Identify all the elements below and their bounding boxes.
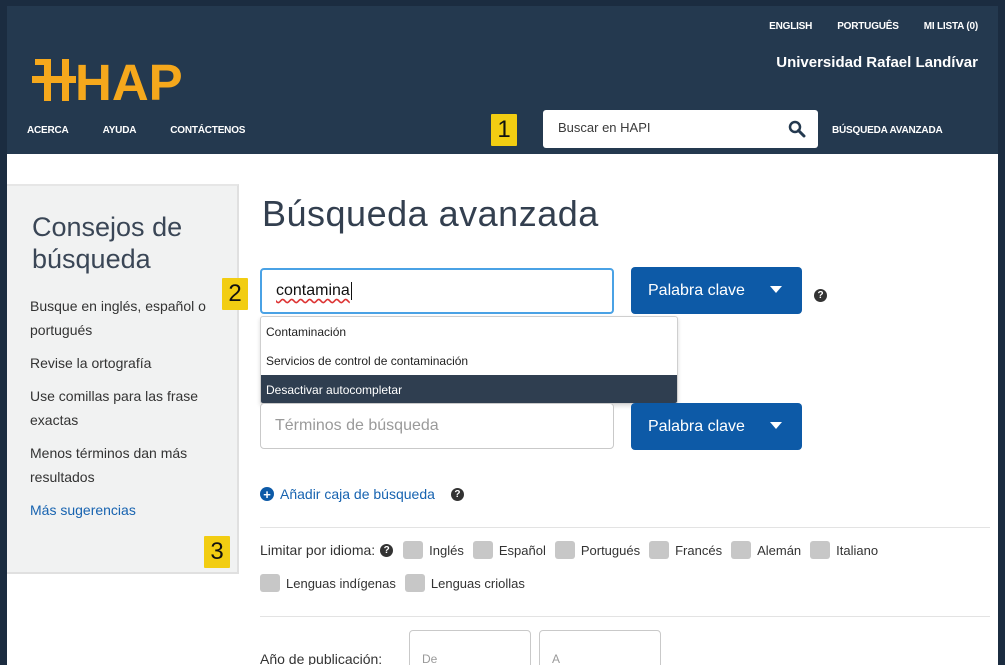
more-tips-link[interactable]: Más sugerencias: [30, 498, 225, 522]
sidebar-title: Consejos de búsqueda: [32, 212, 183, 274]
plus-circle-icon: +: [260, 487, 274, 501]
search-term-input-2[interactable]: [260, 403, 614, 449]
callout-badge-3: 3: [204, 536, 230, 568]
help-icon[interactable]: ?: [380, 543, 394, 557]
disable-autocomplete-option[interactable]: Desactivar autocompletar: [261, 375, 677, 403]
autocomplete-suggestion[interactable]: Servicios de control de contaminación: [261, 346, 677, 375]
language-filter-row-1: Limitar por idioma: ? Inglés Español Por…: [260, 541, 887, 559]
year-from-input[interactable]: [409, 630, 531, 665]
header-search: [543, 110, 818, 148]
my-list-link[interactable]: MI LISTA (0): [924, 21, 978, 32]
language-filter-row-2: Lenguas indígenas Lenguas criollas: [260, 574, 534, 592]
autocomplete-suggestion[interactable]: Contaminación: [261, 317, 677, 346]
language-checkbox-english[interactable]: Inglés: [403, 541, 464, 559]
language-checkbox-spanish[interactable]: Español: [472, 541, 546, 559]
search-icon[interactable]: [788, 120, 806, 138]
language-checkbox-italian[interactable]: Italiano: [810, 541, 878, 559]
checkbox[interactable]: [260, 574, 280, 592]
logo-text: HAPI: [75, 56, 182, 104]
main-nav: ACERCA AYUDA CONTÁCTENOS: [27, 125, 245, 136]
add-search-box[interactable]: + Añadir caja de búsqueda ?: [260, 486, 464, 502]
field-type-label: Palabra clave: [648, 417, 745, 435]
checkbox[interactable]: [404, 574, 425, 592]
checkbox[interactable]: [554, 541, 575, 559]
nav-contact[interactable]: CONTÁCTENOS: [170, 125, 245, 136]
publication-year-label: Año de publicación:: [260, 651, 383, 665]
search-tips-sidebar: Consejos de búsqueda Busque en inglés, e…: [7, 184, 239, 574]
hapi-logo[interactable]: HAPI: [32, 56, 182, 104]
advanced-search-link[interactable]: BÚSQUEDA AVANZADA: [832, 125, 943, 136]
checkbox[interactable]: [731, 541, 752, 559]
browser-page: ENGLISH PORTUGUÊS MI LISTA (0) Universid…: [7, 6, 998, 665]
tip-item: Menos términos dan más resultados: [30, 445, 188, 485]
top-links: ENGLISH PORTUGUÊS MI LISTA (0): [769, 21, 978, 32]
add-search-box-label: Añadir caja de búsqueda: [280, 486, 435, 502]
site-header: ENGLISH PORTUGUÊS MI LISTA (0) Universid…: [7, 6, 998, 154]
checkbox[interactable]: [810, 541, 831, 559]
caret-down-icon: [770, 286, 782, 293]
field-type-select-2[interactable]: Palabra clave: [631, 403, 802, 450]
language-checkbox-german[interactable]: Alemán: [731, 541, 801, 559]
callout-badge-1: 1: [491, 114, 517, 146]
language-checkbox-portuguese[interactable]: Portugués: [554, 541, 640, 559]
checkbox[interactable]: [403, 541, 424, 559]
checkbox[interactable]: [649, 541, 670, 559]
tip-item: Busque en inglés, español o portugués: [30, 298, 206, 338]
help-icon[interactable]: ?: [450, 487, 464, 501]
autocomplete-dropdown: Contaminación Servicios de control de co…: [260, 316, 678, 404]
checkbox[interactable]: [472, 541, 493, 559]
institution-name: Universidad Rafael Landívar: [776, 54, 978, 71]
divider: [260, 527, 990, 528]
english-link[interactable]: ENGLISH: [769, 21, 812, 32]
portuguese-link[interactable]: PORTUGUÊS: [837, 21, 899, 32]
help-icon[interactable]: ?: [814, 289, 827, 302]
callout-badge-2: 2: [222, 278, 248, 310]
caret-down-icon: [770, 422, 782, 429]
language-filter-label: Limitar por idioma:: [260, 542, 376, 558]
header-search-input[interactable]: [558, 120, 773, 135]
field-type-select-1[interactable]: Palabra clave: [631, 267, 802, 314]
search-term-value: contamina: [276, 282, 350, 299]
year-to-input[interactable]: [539, 630, 661, 665]
language-checkbox-creole[interactable]: Lenguas criollas: [404, 574, 525, 592]
divider: [260, 616, 990, 617]
text-cursor: [350, 282, 352, 300]
field-type-label: Palabra clave: [648, 281, 745, 299]
search-term-input-1[interactable]: contamina: [260, 268, 614, 314]
tip-item: Revise la ortografía: [30, 355, 152, 371]
tips-list: Busque en inglés, español o portugués Re…: [30, 294, 225, 531]
tip-item: Use comillas para las frase exactas: [30, 388, 199, 428]
language-checkbox-french[interactable]: Francés: [649, 541, 722, 559]
nav-help[interactable]: AYUDA: [103, 125, 137, 136]
nav-about[interactable]: ACERCA: [27, 125, 69, 136]
page-title: Búsqueda avanzada: [262, 193, 599, 234]
language-checkbox-indigenous[interactable]: Lenguas indígenas: [260, 574, 396, 592]
